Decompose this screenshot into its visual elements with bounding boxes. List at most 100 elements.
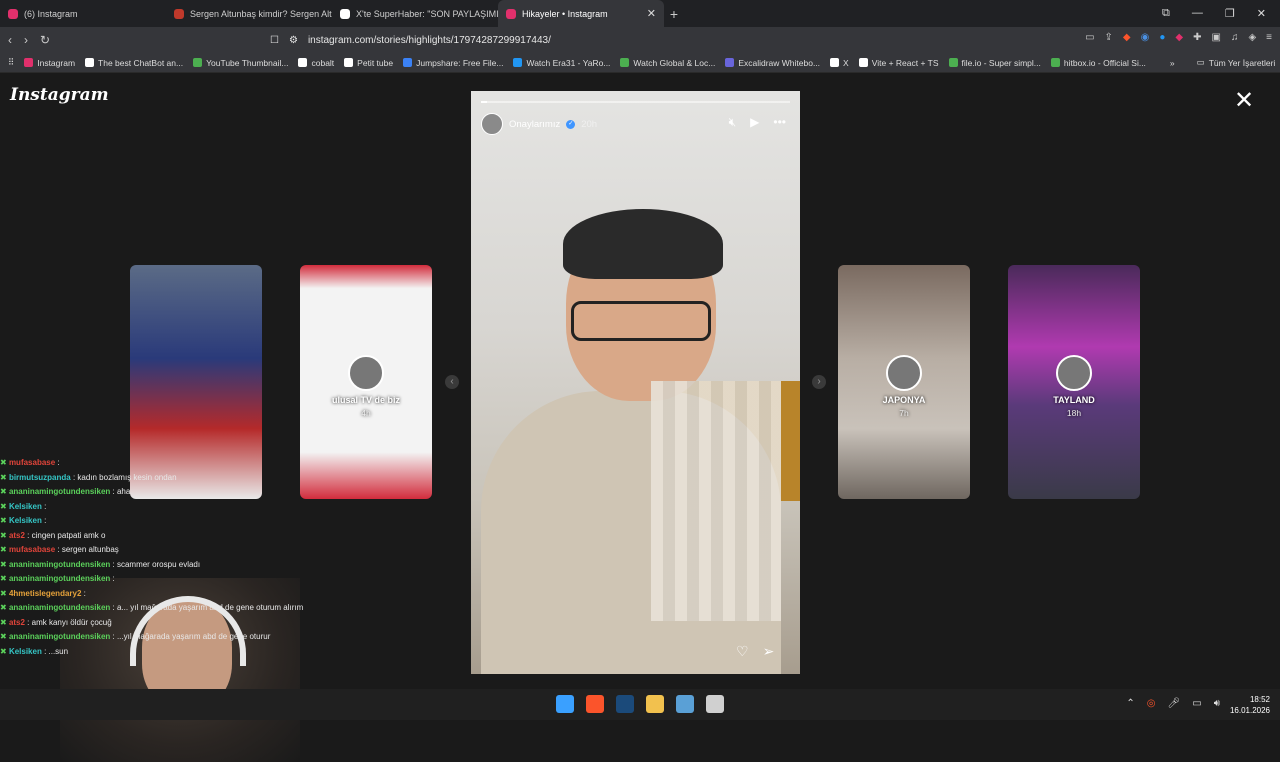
story-footer: ♡ ➢ (736, 643, 774, 660)
story-thumb-time: 4h (361, 408, 371, 418)
windows-start-icon[interactable] (556, 695, 574, 713)
chat-username[interactable]: Kelsiken (9, 647, 42, 656)
mute-icon[interactable]: 🔇︎ (729, 115, 737, 130)
menu-icon[interactable]: ≡ (1266, 32, 1272, 43)
story-header: Onaylarımız ✓ 20h (481, 113, 597, 135)
share-icon[interactable]: ⇪ (1105, 32, 1113, 43)
microphone-icon[interactable]: 🎤︎ (1168, 698, 1181, 709)
system-clock[interactable]: 18:52 16.01.2026 (1230, 694, 1270, 716)
forward-icon[interactable]: › (24, 33, 28, 47)
story-thumb-time: 7h (899, 408, 909, 418)
reload-icon[interactable]: ↻ (40, 33, 50, 47)
sidebar-icon[interactable]: ▣ (1212, 32, 1221, 43)
all-bookmarks[interactable]: ▭ Tüm Yer İşaretleri (1197, 57, 1276, 68)
more-options-icon[interactable]: ••• (773, 115, 786, 130)
chat-username[interactable]: ananinamingotundensiken (9, 487, 110, 496)
play-icon[interactable]: ▶ (750, 115, 759, 130)
like-icon[interactable]: ♡ (736, 643, 749, 660)
bookmark-era31[interactable]: Watch Era31 - YaRo... (513, 58, 610, 68)
cast-icon[interactable]: ▭ (1085, 32, 1094, 43)
app-tray-icon[interactable]: ◎ (1147, 698, 1156, 709)
screen-app-icon[interactable] (676, 695, 694, 713)
brave-shield-icon[interactable]: ◆ (1123, 32, 1131, 43)
vpn-icon[interactable]: ◈ (1248, 32, 1256, 43)
instagram-logo[interactable]: Instagram (10, 85, 109, 105)
steam-icon[interactable] (616, 695, 634, 713)
bookmark-global[interactable]: Watch Global & Loc... (620, 58, 715, 68)
story-thumb-tayland[interactable]: TAYLAND 18h (1008, 265, 1140, 499)
chat-username[interactable]: ananinamingotundensiken (9, 560, 110, 569)
avatar[interactable] (481, 113, 503, 135)
chat-text: : kadın bozlamış kesin ondan (70, 472, 177, 482)
extension-icon[interactable]: ● (1159, 32, 1165, 43)
minimize-icon[interactable]: — (1192, 7, 1203, 20)
bookmark-instagram[interactable]: Instagram (24, 58, 75, 68)
close-stories-button[interactable]: ✕ (1234, 89, 1254, 113)
stream-app-icon[interactable] (706, 695, 724, 713)
brave-icon[interactable] (586, 695, 604, 713)
bookmark-x[interactable]: X (830, 58, 849, 68)
previous-story-button[interactable]: ‹ (445, 375, 459, 389)
x-icon (830, 58, 840, 67)
bookmark-youtube-thumbnail[interactable]: YouTube Thumbnail... (193, 58, 288, 68)
maximize-icon[interactable]: ❐ (1225, 7, 1235, 20)
jumpshare-icon (403, 58, 413, 67)
puzzle-icon[interactable]: ✚ (1193, 32, 1201, 43)
chat-text: : aha (110, 487, 131, 496)
tab-stories[interactable]: Hikayeler • Instagram ✕ (498, 0, 664, 27)
tab-sergen[interactable]: Sergen Altunbaş kimdir? Sergen Altu (166, 0, 332, 27)
new-tab-button[interactable]: + (664, 6, 684, 22)
chat-message: ✖ ats2 : amk kanyı öldür çocuğ (0, 616, 320, 631)
url-text[interactable]: instagram.com/stories/highlights/1797428… (308, 35, 551, 46)
next-story-button[interactable]: › (812, 375, 826, 389)
bookmark-hitbox[interactable]: hitbox.io - Official Si... (1050, 58, 1146, 68)
bookmark-excalidraw[interactable]: Excalidraw Whitebo... (725, 58, 820, 68)
extension-icon[interactable]: ◉ (1141, 32, 1150, 43)
back-icon[interactable]: ‹ (8, 33, 12, 47)
tab-title: Sergen Altunbaş kimdir? Sergen Altu (190, 8, 332, 19)
volume-icon[interactable]: 🔊︎ (1214, 698, 1220, 709)
chat-username[interactable]: ananinamingotundensiken (9, 603, 110, 612)
chat-username[interactable]: Kelsiken (9, 516, 42, 525)
chat-username[interactable]: ananinamingotundensiken (9, 574, 110, 583)
media-icon[interactable]: ♫ (1231, 32, 1239, 43)
address-bar: ‹ › ↻ ☐ ⚙ instagram.com/stories/highligh… (0, 27, 1280, 53)
chat-username[interactable]: ats2 (9, 531, 25, 540)
chat-username[interactable]: ats2 (9, 618, 25, 627)
bookmark-cobalt[interactable]: cobalt (298, 58, 334, 68)
apps-icon[interactable]: ⠿ (8, 57, 14, 68)
bookmark-jumpshare[interactable]: Jumpshare: Free File... (403, 58, 503, 68)
chat-username[interactable]: birmutsuzpanda (9, 473, 71, 482)
extensions-icon[interactable]: ⧉ (1162, 7, 1170, 20)
chat-username[interactable]: Kelsiken (9, 502, 42, 511)
story-viewer[interactable]: Onaylarımız ✓ 20h 🔇︎ ▶ ••• ♡ ➢ (471, 91, 800, 674)
bookmark-icon[interactable]: ☐ (270, 35, 279, 46)
share-icon[interactable]: ➢ (763, 643, 775, 660)
extension-icon[interactable]: ◆ (1175, 32, 1183, 43)
bookmark-petit-tube[interactable]: Petit tube (344, 58, 393, 68)
chevron-up-icon[interactable]: ⌃ (1126, 698, 1134, 709)
bookmark-fileio[interactable]: file.io - Super simpl... (948, 58, 1041, 68)
bookmark-chatbot[interactable]: The best ChatBot an... (85, 58, 183, 68)
bookmarks-overflow-icon[interactable]: » (1170, 58, 1175, 68)
chat-badge-icon: ✖ (0, 516, 9, 525)
chat-username[interactable]: 4hmetislegendary2 (9, 589, 81, 598)
site-info-icon[interactable]: ⚙ (289, 35, 298, 46)
url-field[interactable]: ☐ ⚙ instagram.com/stories/highlights/179… (270, 30, 990, 50)
verified-icon: ✓ (566, 119, 576, 129)
bookmark-vite[interactable]: Vite + React + TS (858, 58, 939, 68)
tab-x[interactable]: X'te SuperHaber: "SON PAYLAŞIMINI (332, 0, 498, 27)
chat-username[interactable]: mufasabase (9, 458, 55, 467)
tab-instagram[interactable]: (6) Instagram (0, 0, 166, 27)
chat-username[interactable]: ananinamingotundensiken (9, 632, 110, 641)
story-username[interactable]: Onaylarımız (509, 119, 560, 130)
display-icon[interactable]: ▭ (1192, 698, 1201, 709)
close-tab-icon[interactable]: ✕ (647, 7, 656, 20)
chat-username[interactable]: mufasabase (9, 545, 55, 554)
story-thumb-japonya[interactable]: JAPONYA 7h (838, 265, 970, 499)
petit-tube-icon (344, 58, 354, 67)
close-window-icon[interactable]: ✕ (1257, 7, 1266, 20)
fileio-icon (948, 58, 958, 67)
chat-text: : ...yıl mağarada yaşarım abd de gene ot… (110, 632, 271, 641)
file-explorer-icon[interactable] (646, 695, 664, 713)
